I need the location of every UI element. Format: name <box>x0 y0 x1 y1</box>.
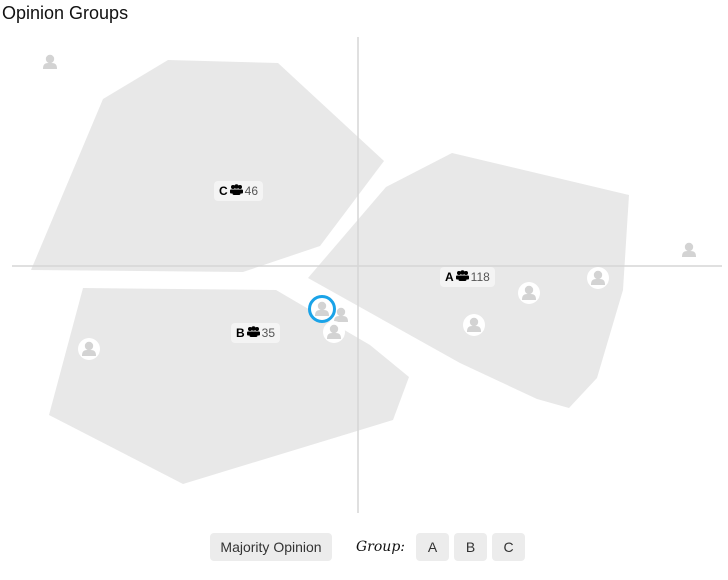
group-b-label[interactable]: B 35 <box>231 323 281 343</box>
group-letter: C <box>219 184 228 198</box>
group-letter: A <box>445 270 454 284</box>
group-c-label[interactable]: C 46 <box>214 181 264 201</box>
group-letter: B <box>236 326 245 340</box>
majority-opinion-button[interactable]: Majority Opinion <box>210 533 332 561</box>
group-c-button[interactable]: C <box>492 533 525 561</box>
participant-avatar-icon[interactable] <box>587 267 609 289</box>
group-selector-label: Group: <box>356 539 405 555</box>
participant-avatar-icon[interactable] <box>43 54 57 69</box>
group-b-button[interactable]: B <box>454 533 487 561</box>
group-a-button[interactable]: A <box>416 533 449 561</box>
opinion-map <box>12 37 722 513</box>
participant-avatar-icon[interactable] <box>463 314 485 336</box>
group-count: 46 <box>244 184 259 198</box>
participant-avatar-icon[interactable] <box>334 307 348 322</box>
people-icon <box>455 270 469 284</box>
participant-avatar-icon[interactable] <box>323 321 345 343</box>
participant-avatar-icon[interactable] <box>78 338 100 360</box>
participant-avatar-icon[interactable] <box>682 242 696 257</box>
group-c-hull[interactable] <box>31 60 384 272</box>
controls-bar: Majority Opinion Group: A B C <box>210 533 530 561</box>
group-count: 35 <box>261 326 276 340</box>
group-count: 118 <box>470 270 490 284</box>
group-b-hull[interactable] <box>49 288 409 484</box>
group-a-label[interactable]: A 118 <box>440 267 495 287</box>
selected-participant-avatar-icon[interactable] <box>308 295 336 323</box>
participant-avatar-icon[interactable] <box>518 282 540 304</box>
people-icon <box>246 326 260 340</box>
people-icon <box>229 184 243 198</box>
